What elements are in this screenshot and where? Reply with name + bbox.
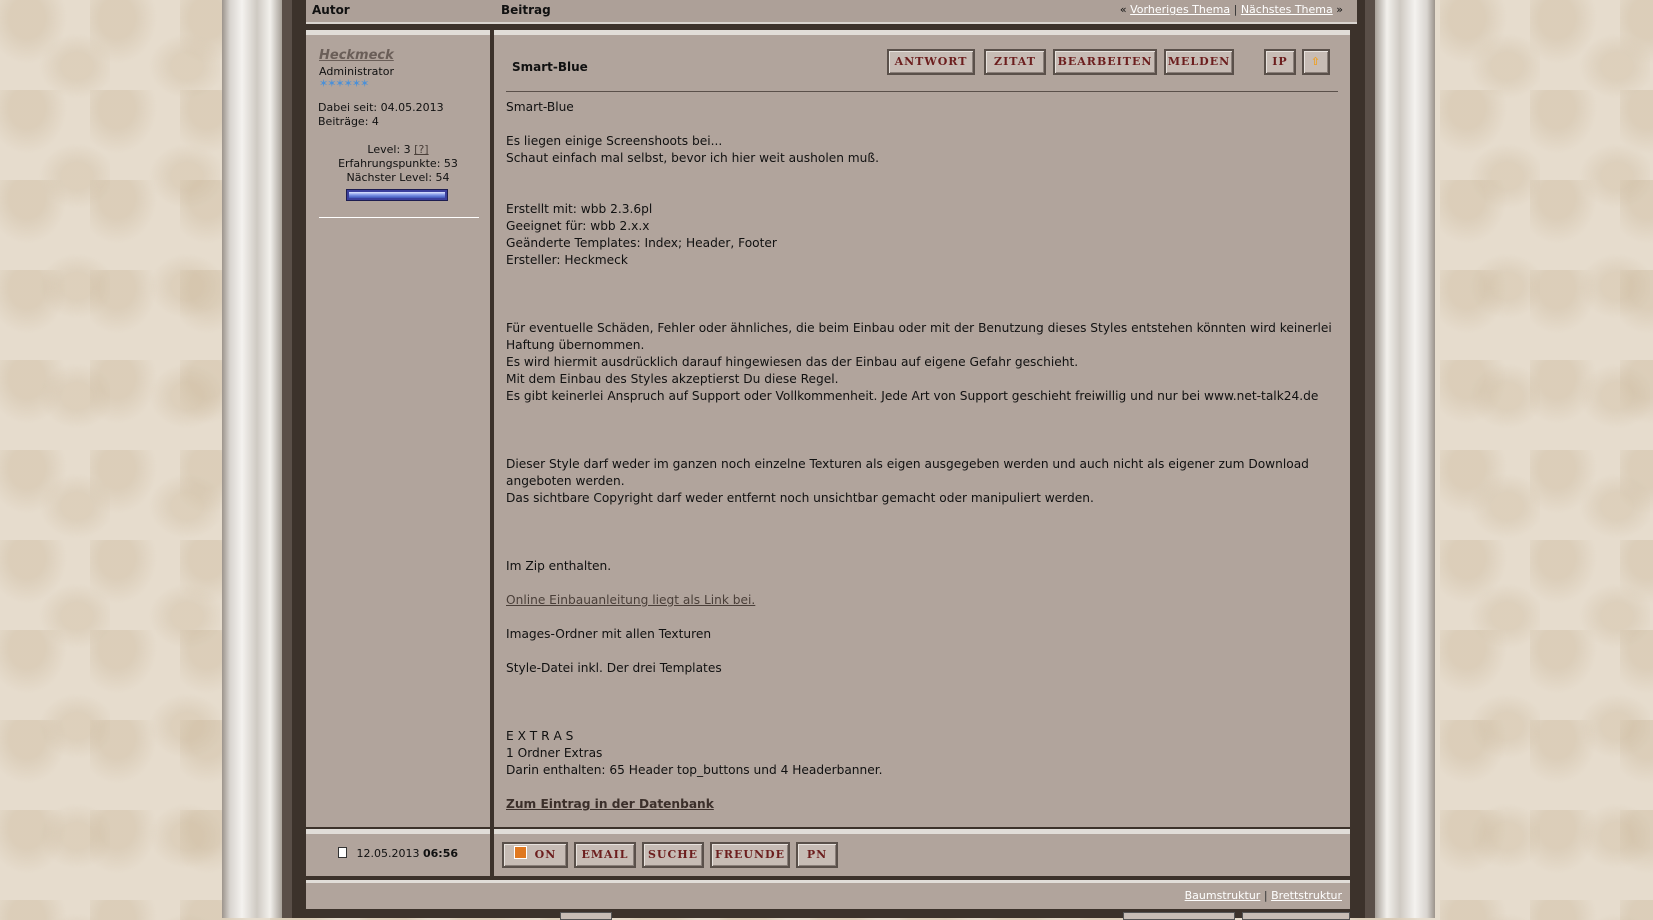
topic-navigation: « Vorheriges Thema | Nächstes Thema » [1120, 0, 1343, 20]
email-button[interactable]: EMAIL [574, 842, 636, 868]
post-line: Das sichtbare Copyright darf weder entfe… [506, 491, 1094, 505]
next-topic-link[interactable]: Nächstes Thema [1241, 3, 1333, 16]
author-header-label: Autor [312, 3, 350, 17]
structure-links: Baumstruktur | Brettstruktur [1185, 889, 1342, 902]
level-progress-bar [346, 189, 448, 201]
page-icon [338, 847, 347, 858]
author-level: Level: 3 [?] [306, 143, 490, 156]
structure-bar: Baumstruktur | Brettstruktur [306, 880, 1350, 909]
post-line: E X T R A S [506, 729, 574, 743]
quote-button[interactable]: ZITAT [984, 49, 1046, 75]
author-post-count: Beiträge: 4 [318, 115, 379, 128]
post-line: 1 Ordner Extras [506, 746, 603, 760]
online-label: ON [534, 848, 557, 861]
database-entry-link[interactable]: Zum Eintrag in der Datenbank [506, 797, 714, 811]
reply-button[interactable]: ANTWORT [887, 49, 975, 75]
prev-arrow: « [1119, 3, 1127, 16]
cut-off-button[interactable] [560, 912, 612, 920]
post-line: Style-Datei inkl. Der drei Templates [506, 661, 722, 675]
user-actions-panel: ON EMAIL SUCHE FREUNDE PN [494, 829, 1350, 876]
rank-stars-icon: ✶✶✶✶✶✶ [319, 77, 369, 90]
post-line: Im Zip enthalten. [506, 559, 612, 573]
post-date-time: 06:56 [422, 847, 458, 860]
column-header-post: Beitrag « Vorheriges Thema | Nächstes Th… [494, 0, 1357, 24]
topic-nav-separator: | [1233, 3, 1238, 16]
post-date: 12.05.2013 06:56 [306, 847, 490, 860]
cut-off-button[interactable] [1242, 912, 1350, 920]
post-line: Geeignet für: wbb 2.x.x [506, 219, 650, 233]
post-line: Mit dem Einbau des Styles akzeptierst Du… [506, 372, 839, 386]
post-panel: Smart-Blue ANTWORT ZITAT BEARBEITEN MELD… [494, 30, 1350, 827]
post-line: Es wird hiermit ausdrücklich darauf hing… [506, 355, 1079, 369]
author-name-link[interactable]: Heckmeck [319, 48, 394, 63]
post-header-label: Beitrag [501, 3, 551, 17]
post-line: Für eventuelle Schäden, Fehler oder ähnl… [506, 321, 1332, 352]
report-button[interactable]: MELDEN [1164, 49, 1234, 75]
online-status-button[interactable]: ON [502, 842, 568, 868]
post-date-panel: 12.05.2013 06:56 [306, 829, 490, 876]
column-header-author: Autor [306, 0, 496, 24]
install-guide-link[interactable]: Online Einbauanleitung liegt als Link be… [506, 593, 755, 607]
post-line: Darin enthalten: 65 Header top_buttons u… [506, 763, 883, 777]
author-joined: Dabei seit: 04.05.2013 [318, 101, 444, 114]
level-label: Level: 3 [367, 143, 411, 156]
post-line: Es gibt keinerlei Anspruch auf Support o… [506, 389, 1319, 403]
ip-button[interactable]: IP [1264, 49, 1296, 75]
right-decorative-frame [1375, 0, 1435, 918]
post-line: Smart-Blue [506, 100, 574, 114]
post-line: Erstellt mit: wbb 2.3.6pl [506, 202, 653, 216]
author-xp: Erfahrungspunkte: 53 [338, 157, 458, 170]
right-frame-line [1365, 0, 1375, 918]
next-arrow: » [1336, 3, 1343, 16]
post-body: Smart-Blue Es liegen einige Screenshoots… [506, 99, 1336, 813]
left-decorative-frame [222, 0, 282, 918]
previous-topic-link[interactable]: Vorheriges Thema [1130, 3, 1230, 16]
post-title: Smart-Blue [512, 60, 588, 74]
online-status-icon [513, 846, 527, 859]
structure-separator: | [1263, 889, 1268, 902]
up-arrow-icon[interactable]: ⇧ [1302, 49, 1330, 75]
pm-button[interactable]: PN [796, 842, 838, 868]
post-line: Es liegen einige Screenshoots bei... [506, 134, 723, 148]
post-line: Dieser Style darf weder im ganzen noch e… [506, 457, 1309, 488]
post-date-day: 12.05.2013 [356, 847, 420, 860]
post-line: Geänderte Templates: Index; Header, Foot… [506, 236, 777, 250]
edit-button[interactable]: BEARBEITEN [1053, 49, 1157, 75]
level-progress-fill [349, 192, 445, 198]
post-line: Images-Ordner mit allen Texturen [506, 627, 712, 641]
left-frame-line [282, 0, 292, 918]
level-help-link[interactable]: [?] [414, 143, 428, 156]
board-structure-link[interactable]: Brettstruktur [1271, 889, 1342, 902]
cut-off-button[interactable] [1123, 912, 1235, 920]
sidebar-divider [319, 217, 479, 218]
author-panel: Heckmeck Administrator ✶✶✶✶✶✶ Dabei seit… [306, 30, 490, 827]
post-line: Schaut einfach mal selbst, bevor ich hie… [506, 151, 879, 165]
post-divider [506, 91, 1338, 92]
author-next-level: Nächster Level: 54 [346, 171, 450, 184]
tree-structure-link[interactable]: Baumstruktur [1185, 889, 1261, 902]
search-button[interactable]: SUCHE [642, 842, 704, 868]
post-line: Ersteller: Heckmeck [506, 253, 628, 267]
friends-button[interactable]: FREUNDE [710, 842, 790, 868]
